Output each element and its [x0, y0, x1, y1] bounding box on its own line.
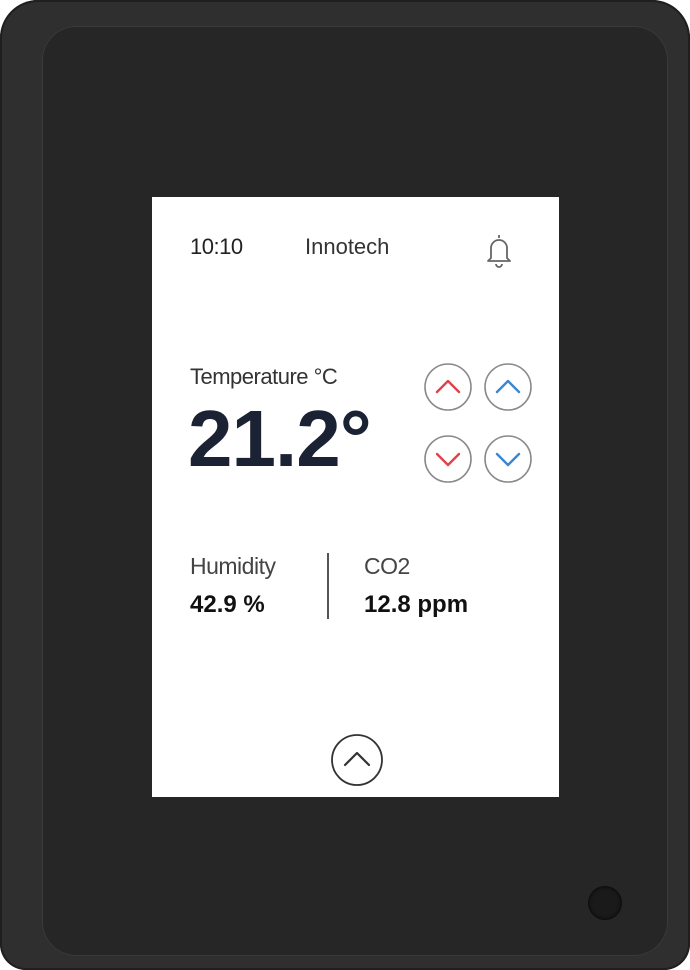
expand-menu-button[interactable] — [329, 732, 385, 788]
heat-down-button[interactable] — [423, 434, 473, 484]
brand-name: Innotech — [305, 234, 390, 259]
thermostat-device: 10:10 Innotech Temperature °C 21.2° Humi… — [0, 0, 690, 970]
light-sensor — [588, 886, 622, 920]
humidity-label: Humidity — [190, 553, 276, 579]
cool-up-button[interactable] — [483, 362, 533, 412]
clock-time: 10:10 — [190, 234, 243, 259]
temperature-value: 21.2° — [188, 394, 372, 483]
cool-down-button[interactable] — [483, 434, 533, 484]
heat-up-button[interactable] — [423, 362, 473, 412]
stats-divider — [327, 553, 329, 619]
bell-icon[interactable] — [484, 231, 514, 269]
status-bar: 10:10 Innotech — [152, 197, 559, 297]
readings-panel: Humidity 42.9 % CO2 12.8 ppm — [152, 549, 559, 629]
co2-label: CO2 — [364, 553, 410, 579]
touch-screen: 10:10 Innotech Temperature °C 21.2° Humi… — [152, 197, 559, 797]
humidity-value: 42.9 % — [190, 591, 265, 618]
co2-value: 12.8 ppm — [364, 591, 469, 618]
temperature-label: Temperature °C — [190, 364, 338, 389]
